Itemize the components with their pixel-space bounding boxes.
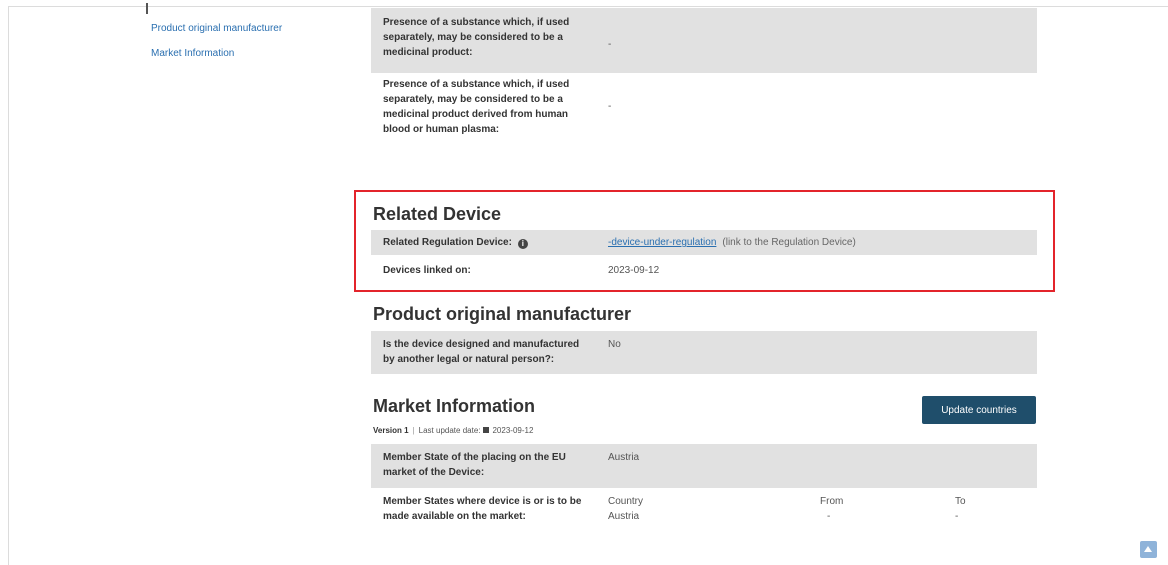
last-update-label: Last update date: <box>418 426 481 435</box>
update-countries-button[interactable]: Update countries <box>922 396 1036 424</box>
column-header-country: Country <box>608 496 644 507</box>
manufacturer-title: Product original manufacturer <box>373 304 632 324</box>
sidebar-item-product-original-manufacturer[interactable]: Product original manufacturer <box>151 23 282 34</box>
available-states-row: Member States where device is or is to b… <box>371 491 1037 531</box>
related-device-highlight <box>354 190 1055 292</box>
blood-substance-label: Presence of a substance which, if used s… <box>383 79 570 135</box>
country-cell: Austria <box>608 511 640 522</box>
last-update-value: 2023-09-12 <box>492 426 534 435</box>
scroll-to-top-icon[interactable] <box>1140 541 1157 558</box>
blood-substance-row: Presence of a substance which, if used s… <box>371 73 1037 153</box>
market-information-title: Market Information <box>373 396 536 416</box>
sidebar-item-market-information[interactable]: Market Information <box>151 48 234 59</box>
column-header-from: From <box>820 496 844 507</box>
medicinal-substance-row: Presence of a substance which, if used s… <box>371 8 1037 73</box>
member-state-value: Austria <box>608 452 640 463</box>
medicinal-substance-value: - <box>608 39 612 50</box>
column-header-to: To <box>955 496 966 507</box>
sidebar-marker <box>146 3 148 14</box>
member-state-label: Member State of the placing on the EU ma… <box>383 452 566 478</box>
medicinal-substance-label: Presence of a substance which, if used s… <box>383 17 570 58</box>
member-state-row: Member State of the placing on the EU ma… <box>371 444 1037 488</box>
from-cell: - <box>827 511 831 522</box>
blood-substance-value: - <box>608 101 612 112</box>
to-cell: - <box>955 511 959 522</box>
version-label: Version 1 <box>373 426 409 435</box>
calendar-icon <box>483 427 490 433</box>
version-separator: | <box>412 426 415 435</box>
manufacturer-question-row: Is the device designed and manufactured … <box>371 331 1037 374</box>
manufacturer-question-label: Is the device designed and manufactured … <box>383 339 580 365</box>
manufacturer-question-value: No <box>608 339 621 350</box>
available-states-label: Member States where device is or is to b… <box>383 496 582 522</box>
version-line: Version 1 | Last update date: 2023-09-12 <box>373 426 533 435</box>
